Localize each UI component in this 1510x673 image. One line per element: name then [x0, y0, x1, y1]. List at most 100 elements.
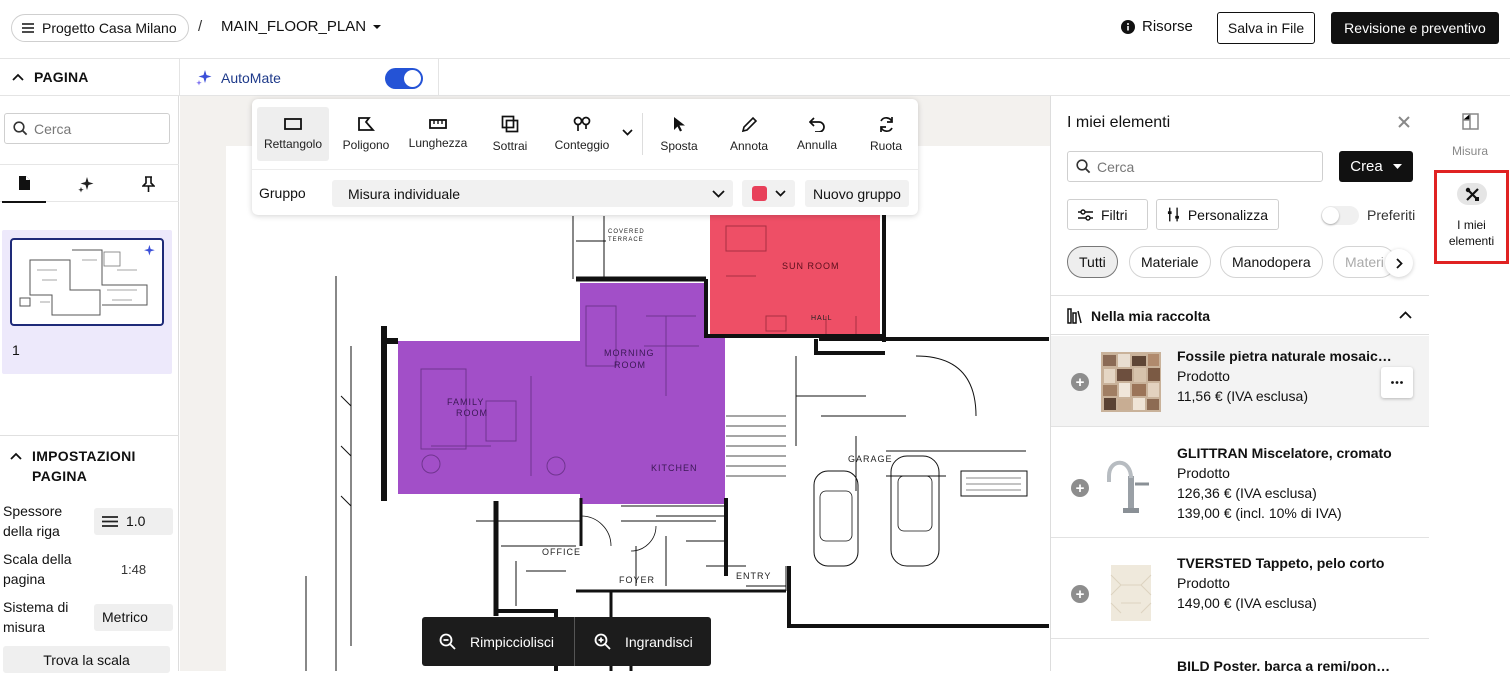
plan-selector[interactable]: MAIN_FLOOR_PLAN: [221, 18, 382, 35]
page-section-toggle[interactable]: PAGINA: [12, 69, 89, 85]
line-thickness-row: Spessore della riga 1.0: [3, 501, 173, 541]
project-selector[interactable]: Progetto Casa Milano: [11, 14, 189, 42]
line-thickness-input[interactable]: 1.0: [94, 507, 173, 535]
collection-header[interactable]: Nella mia raccolta: [1051, 295, 1429, 335]
plan-label-terrace-2: TERRACE: [608, 237, 644, 243]
tab-ai[interactable]: [64, 165, 108, 203]
tool-rotate[interactable]: Ruota: [861, 107, 911, 161]
customize-sliders-icon: [1167, 207, 1179, 222]
line-weight-icon: [102, 515, 118, 527]
page-scale-value[interactable]: 1:48: [94, 562, 173, 577]
close-icon[interactable]: [1397, 115, 1411, 129]
group-color-select[interactable]: [742, 180, 795, 207]
color-swatch: [751, 186, 767, 201]
review-quote-button[interactable]: Revisione e preventivo: [1331, 12, 1499, 44]
measure-toolbar: Rettangolo Poligono Lunghezza Sottrai Co…: [252, 99, 918, 215]
zoom-out-icon: [439, 633, 456, 650]
add-icon[interactable]: +: [1071, 585, 1089, 603]
page-thumbnail: [10, 238, 164, 326]
label-line2: pagina: [3, 571, 46, 587]
zoom-in-label: Ingrandisci: [625, 633, 693, 650]
add-icon[interactable]: +: [1071, 479, 1089, 497]
new-group-button[interactable]: Nuovo gruppo: [805, 180, 909, 207]
rail-measure[interactable]: Misura: [1430, 113, 1510, 158]
tool-move[interactable]: Sposta: [654, 107, 704, 161]
tool-rectangle[interactable]: Rettangolo: [257, 107, 329, 161]
tab-pinned[interactable]: [126, 165, 170, 203]
chips-next-button[interactable]: [1385, 249, 1413, 277]
plan-label-morning-room-2: ROOM: [614, 360, 646, 370]
faucet-thumbnail: [1107, 460, 1149, 513]
tab-pages[interactable]: [2, 165, 46, 203]
item-text: TVERSTED Tappeto, pelo corto Prodotto 14…: [1177, 553, 1393, 613]
chevron-down-icon: [774, 190, 786, 197]
page-thumbnail-card[interactable]: 1: [2, 230, 172, 374]
tool-subtract[interactable]: Sottrai: [484, 107, 536, 161]
chevron-down-icon[interactable]: [622, 129, 633, 136]
filters-button[interactable]: Filtri: [1067, 199, 1148, 230]
rail-my-items[interactable]: I miei elementi: [1434, 170, 1509, 264]
item-name: TVERSTED Tappeto, pelo corto: [1177, 555, 1385, 571]
zoom-divider: [574, 617, 575, 666]
line-thickness-label: Spessore della riga: [3, 501, 83, 541]
collection-title: Nella mia raccolta: [1091, 308, 1211, 324]
item-name: Fossile pietra naturale mosaico...: [1177, 348, 1393, 364]
list-item[interactable]: BILD Poster, barca a remi/pontili...: [1051, 639, 1429, 671]
rotate-icon: [879, 116, 893, 132]
tool-polygon[interactable]: Poligono: [334, 107, 398, 161]
list-item[interactable]: + TVERSTED Tappeto, pelo corto Prodotto …: [1051, 538, 1429, 639]
items-search-field[interactable]: Cerca: [1067, 151, 1323, 182]
label-line2: misura: [3, 619, 46, 635]
line-thickness-value: 1.0: [126, 513, 146, 529]
item-price: 11,56 € (IVA esclusa): [1177, 388, 1308, 404]
my-items-panel: I miei elementi Cerca Crea Filtri Person…: [1050, 96, 1429, 671]
caret-down-icon: [1392, 164, 1402, 169]
list-item[interactable]: + GLITTRAN Miscelatore, cromato Prodotto…: [1051, 436, 1429, 538]
list-item[interactable]: + Fossile pietra naturale mosaico... Pro…: [1051, 336, 1429, 427]
chip-material[interactable]: Materiale: [1129, 246, 1211, 278]
zoom-in-icon: [594, 633, 611, 650]
toggle-knob: [1322, 207, 1339, 224]
automate-text: AutoMate: [221, 69, 281, 86]
toggle-knob: [404, 70, 421, 87]
create-button[interactable]: Crea: [1339, 151, 1413, 182]
tool-count[interactable]: Conteggio: [549, 107, 615, 161]
create-label: Crea: [1350, 158, 1383, 175]
chip-labor[interactable]: Manodopera: [1220, 246, 1323, 278]
page-search-field[interactable]: Cerca: [4, 113, 170, 144]
polygon-icon: [358, 117, 375, 131]
plan-label-hall: HALL: [811, 315, 833, 322]
rail-measure-label: Misura: [1451, 144, 1488, 158]
find-scale-button[interactable]: Trova la scala: [3, 646, 170, 673]
group-select[interactable]: Misura individuale: [332, 180, 733, 207]
secondary-bar: PAGINA AutoMate: [0, 58, 1510, 96]
save-file-button[interactable]: Salva in File: [1217, 12, 1315, 44]
tool-annotate[interactable]: Annota: [724, 107, 774, 161]
chip-all[interactable]: Tutti: [1067, 246, 1118, 278]
breadcrumb-separator: /: [198, 18, 203, 35]
collection-icon: [1067, 308, 1082, 324]
thumbnail-plan-drawing: [19, 249, 148, 316]
customize-button[interactable]: Personalizza: [1156, 199, 1279, 230]
label-line1: I miei: [1457, 218, 1486, 232]
zoom-out-label: Rimpicciolisci: [470, 633, 555, 650]
measure-system-select[interactable]: Metrico: [94, 603, 173, 631]
page-settings-toggle[interactable]: IMPOSTAZIONI PAGINA: [0, 435, 179, 486]
favorites-toggle[interactable]: [1321, 206, 1359, 225]
tool-label: Conteggio: [554, 138, 610, 152]
zoom-in-button[interactable]: Ingrandisci: [594, 617, 693, 666]
tool-undo[interactable]: Annulla: [792, 107, 842, 161]
tool-label: Sposta: [660, 138, 698, 153]
ruler-icon: [429, 119, 447, 129]
filter-sliders-icon: [1078, 208, 1093, 221]
resources-link[interactable]: Risorse: [1121, 18, 1193, 35]
automate-toggle[interactable]: [385, 68, 423, 89]
tool-length[interactable]: Lunghezza: [403, 107, 473, 161]
zoom-out-button[interactable]: Rimpicciolisci: [439, 617, 554, 666]
rectangle-icon: [284, 118, 302, 130]
rail-my-items-label: I miei elementi: [1437, 217, 1506, 249]
divider: [438, 59, 439, 96]
item-text: BILD Poster, barca a remi/pontili...: [1177, 656, 1393, 671]
more-options-button[interactable]: [1381, 367, 1413, 398]
add-icon[interactable]: +: [1071, 373, 1089, 391]
